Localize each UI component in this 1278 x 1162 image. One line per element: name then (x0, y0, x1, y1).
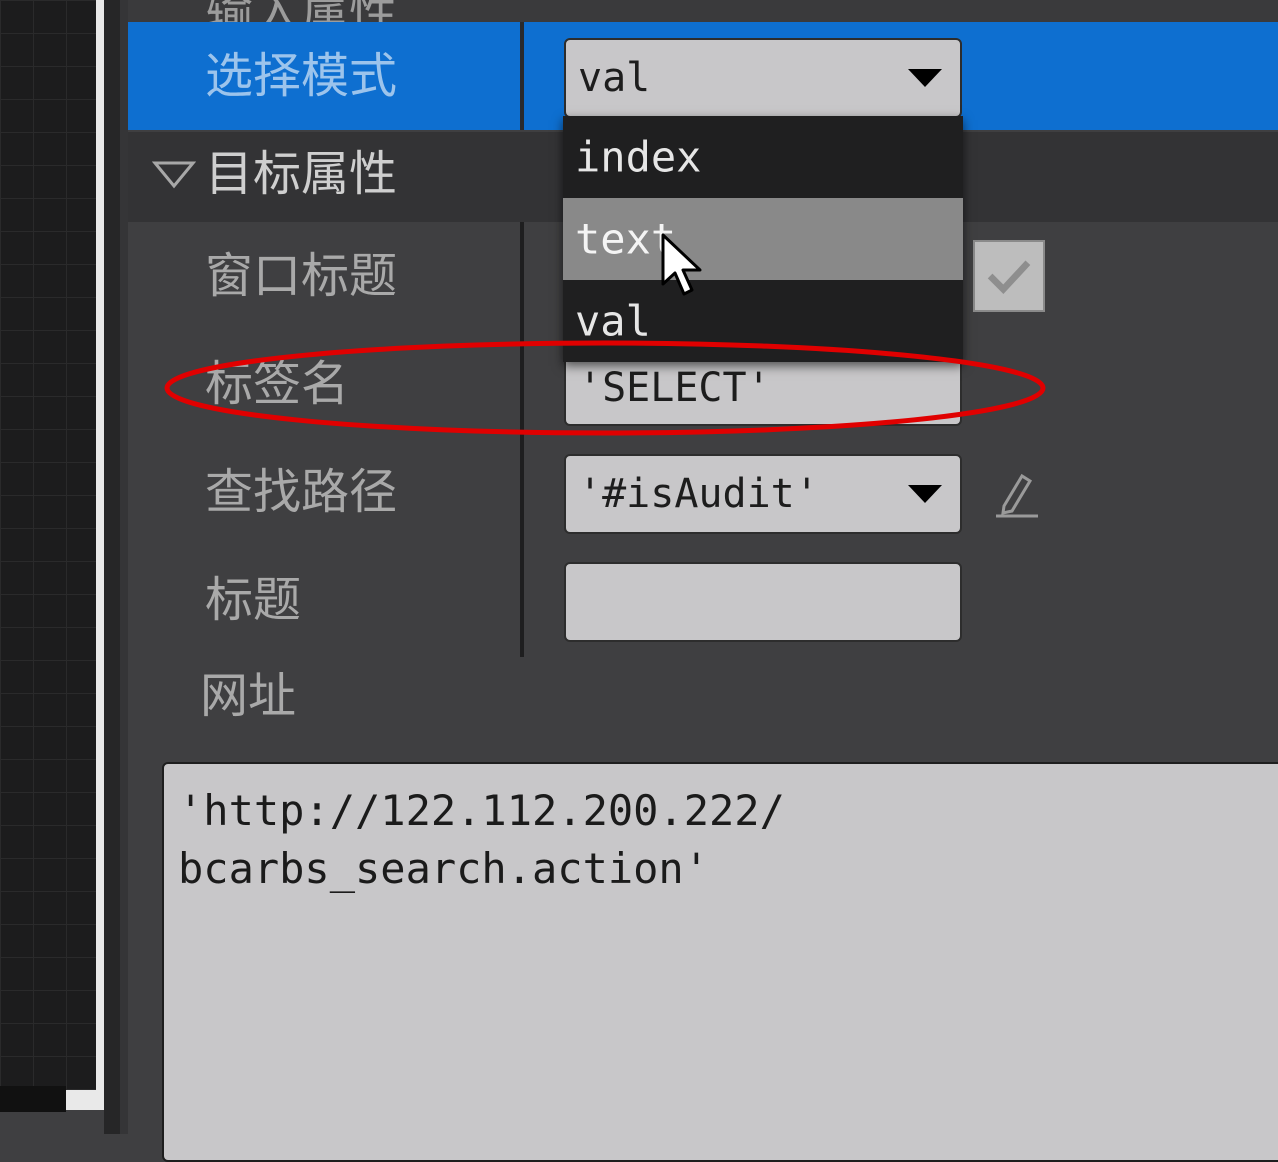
url-line-1: 'http://122.112.200.222/ (178, 786, 785, 835)
option-index[interactable]: index (563, 116, 963, 198)
panel-edge (120, 0, 128, 1134)
option-label: val (575, 296, 651, 346)
left-panel-corner (0, 1086, 66, 1112)
option-val[interactable]: val (563, 280, 963, 362)
column-divider (520, 22, 524, 130)
find-path-value: '#isAudit' (578, 471, 819, 517)
url-line-2: bcarbs_search.action' (178, 844, 710, 893)
triangle-down-icon[interactable] (152, 160, 196, 190)
column-divider (520, 222, 524, 657)
panel-gap (104, 0, 120, 1134)
window-title-label: 窗口标题 (205, 248, 398, 304)
url-textarea[interactable]: 'http://122.112.200.222/ bcarbs_search.a… (162, 762, 1278, 1162)
tag-name-value: 'SELECT' (578, 365, 771, 411)
caret-down-icon (908, 485, 942, 503)
pencil-icon[interactable] (992, 468, 1042, 518)
left-panel-border (96, 0, 104, 1110)
check-icon (987, 260, 1031, 294)
find-path-dropdown[interactable]: '#isAudit' (564, 454, 962, 534)
select-mode-dropdown[interactable]: val (564, 38, 962, 118)
title-field[interactable] (564, 562, 962, 642)
option-label: index (575, 132, 702, 182)
window-title-checkbox[interactable] (973, 240, 1045, 312)
url-text: 'http://122.112.200.222/ bcarbs_search.a… (178, 782, 785, 898)
select-mode-value: val (578, 55, 651, 101)
url-label: 网址 (200, 668, 297, 724)
left-canvas-panel (0, 0, 96, 1090)
select-mode-options: index text val (563, 116, 963, 362)
caret-down-icon (908, 69, 942, 87)
option-text[interactable]: text (563, 198, 963, 280)
select-mode-label: 选择模式 (205, 48, 398, 104)
find-path-label: 查找路径 (205, 464, 398, 520)
title-label: 标题 (205, 572, 302, 628)
tag-name-label: 标签名 (205, 356, 350, 412)
mouse-cursor-icon (661, 233, 702, 296)
section-title: 目标属性 (205, 146, 398, 202)
